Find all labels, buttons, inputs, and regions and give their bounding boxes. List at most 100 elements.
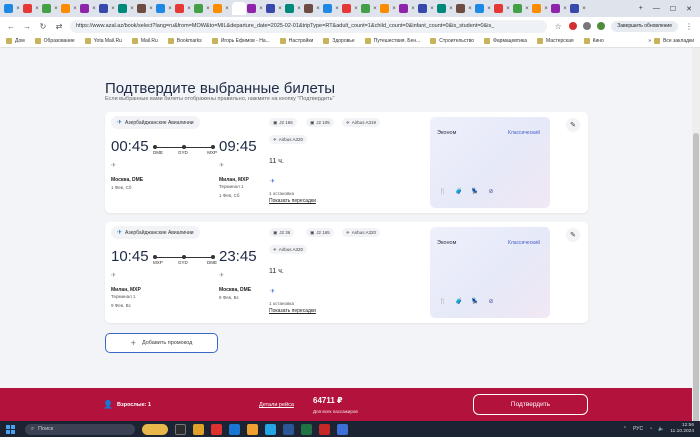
tab-close-icon[interactable]: × [409,6,417,12]
excel-icon[interactable] [301,423,312,435]
tab-close-icon[interactable]: × [333,6,341,12]
weather-widget-icon[interactable] [142,423,168,435]
tab-close-icon[interactable]: × [580,6,588,12]
tariff-card[interactable]: Эконом Классический 🍴 🧳 💺 ⊘ [430,227,550,318]
clock[interactable]: 12:56 11.10.2024 [670,423,694,435]
tab-favicon-icon[interactable] [456,4,465,13]
bookmark-item[interactable]: Здоровье [323,38,355,44]
tab-close-icon[interactable]: × [523,6,531,12]
volume-icon[interactable]: 🔈 [658,426,664,432]
tab-favicon-icon[interactable] [304,4,313,13]
tab-favicon-icon[interactable] [175,4,184,13]
tab-favicon-icon[interactable] [437,4,446,13]
yandex-browser-icon[interactable] [211,423,222,435]
tab-close-icon[interactable]: × [90,6,98,12]
address-bar[interactable]: https://www.azal.az/book/select?lang=ru&… [70,19,548,33]
tab-close-icon[interactable]: × [33,6,41,12]
tab-close-icon[interactable]: × [147,6,155,12]
task-view-icon[interactable] [175,423,186,435]
tab-close-icon[interactable]: × [485,6,493,12]
tab-close-icon[interactable]: × [128,6,136,12]
edit-pencil-icon[interactable]: ✎ [566,228,580,242]
tab-favicon-icon[interactable] [570,4,579,13]
wifi-icon[interactable]: ◔ [649,426,652,432]
tab-close-icon[interactable]: × [447,6,455,12]
language-indicator[interactable]: РУС [633,426,643,432]
bookmark-item[interactable]: Дом [6,38,25,44]
forward-icon[interactable]: → [22,22,32,31]
tab-close-icon[interactable]: × [352,6,360,12]
star-icon[interactable]: ☆ [553,22,563,31]
menu-icon[interactable]: ⋮ [684,22,694,31]
tab-close-icon[interactable]: × [295,6,303,12]
tab-favicon-icon[interactable] [361,4,370,13]
telegram-icon[interactable] [265,423,276,435]
taskbar-search[interactable]: ⌕ Поиск [25,423,135,435]
scroll-thumb[interactable] [693,133,699,433]
tab-close-icon[interactable]: × [52,6,60,12]
tab-favicon-icon[interactable] [42,4,51,13]
tab-favicon-icon[interactable] [4,4,13,13]
tab-close-icon[interactable]: × [390,6,398,12]
bookmark-item[interactable]: Игорь Ефимов - На... [211,38,270,44]
tab-close-icon[interactable]: × [276,6,284,12]
app-icon[interactable] [337,423,348,435]
tab-favicon-icon[interactable] [494,4,503,13]
tab-favicon-icon[interactable] [323,4,332,13]
show-transfers-link[interactable]: Показать пересадки [269,308,316,314]
tab-favicon-icon[interactable] [61,4,70,13]
reload-icon[interactable]: ↻ [38,22,48,31]
windows-start-icon[interactable] [6,424,15,434]
bookmark-item[interactable]: Настройки [279,38,313,44]
tab-favicon-icon[interactable] [418,4,427,13]
tab-close-icon[interactable]: × [223,6,231,12]
tab-favicon-icon[interactable] [399,4,408,13]
tab-favicon-icon[interactable] [156,4,165,13]
extension-icon[interactable] [569,22,578,30]
bookmark-item[interactable]: Образование [34,38,75,44]
tab-close-icon[interactable]: × [504,6,512,12]
bookmark-item[interactable]: Bookmarks [167,38,202,44]
tab-close-icon[interactable]: × [314,6,322,12]
tab-close-icon[interactable]: × [185,6,193,12]
add-promo-button[interactable]: + Добавить промокод [105,333,218,353]
chrome-icon[interactable] [247,423,258,435]
bookmark-item[interactable]: Путешествия. Бен... [364,38,420,44]
bookmark-item[interactable]: Мастерская [536,38,574,44]
tab-close-icon[interactable]: × [109,6,117,12]
close-window-icon[interactable]: ✕ [686,5,692,13]
tab-favicon-icon[interactable] [513,4,522,13]
tab-close-icon[interactable]: × [71,6,79,12]
confirm-button[interactable]: Подтвердить [473,394,588,415]
show-transfers-link[interactable]: Показать пересадки [269,198,316,204]
tariff-card[interactable]: Эконом Классический 🍴 🧳 💺 ⊘ [430,117,550,208]
tab-close-icon[interactable]: × [257,6,265,12]
extensions-icon[interactable] [583,22,592,30]
back-icon[interactable]: ← [6,22,16,31]
tab-favicon-icon[interactable] [137,4,146,13]
tab-close-icon[interactable]: × [371,6,379,12]
word-doc-icon[interactable] [283,423,294,435]
tab-favicon-icon[interactable] [118,4,127,13]
file-explorer-icon[interactable] [193,423,204,435]
tab-close-icon[interactable]: × [166,6,174,12]
tab-close-icon[interactable]: × [204,6,212,12]
tab-favicon-icon[interactable] [99,4,108,13]
edit-pencil-icon[interactable]: ✎ [566,118,580,132]
tab-favicon-icon[interactable] [475,4,484,13]
tab-favicon-icon[interactable] [247,4,256,13]
tab-favicon-icon[interactable] [380,4,389,13]
tab-favicon-icon[interactable] [23,4,32,13]
trip-details-link[interactable]: Детали рейса [259,402,294,408]
tab-favicon-icon[interactable] [342,4,351,13]
tab-favicon-icon[interactable] [266,4,275,13]
tab-favicon-icon[interactable] [532,4,541,13]
tab-favicon-icon[interactable] [80,4,89,13]
bookmark-item[interactable]: Строительство [430,38,474,44]
bookmark-item[interactable]: Фармацевтика [484,38,527,44]
active-tab[interactable] [232,2,246,15]
app-icon[interactable] [319,423,330,435]
bookmark-item[interactable]: Yota Mail.Ru [84,38,122,44]
tab-favicon-icon[interactable] [551,4,560,13]
tab-favicon-icon[interactable] [285,4,294,13]
